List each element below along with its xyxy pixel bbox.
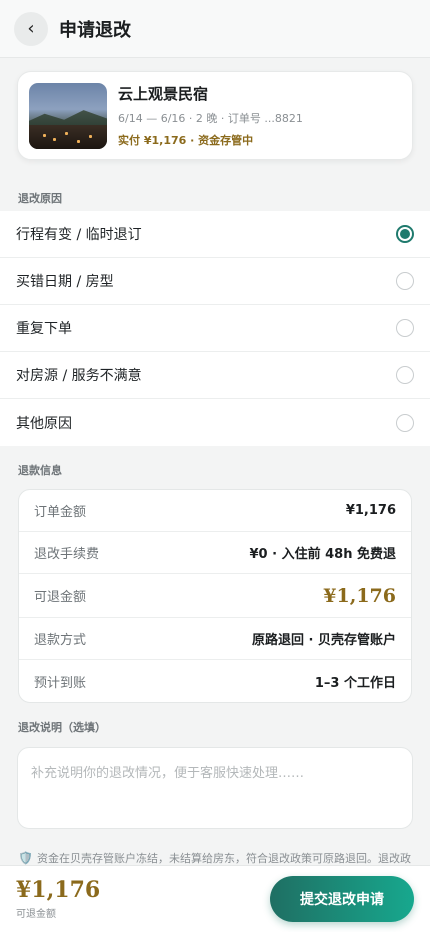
reason-option[interactable]: 行程有变 / 临时退订 xyxy=(0,211,430,258)
note-section-label: 退改说明（选填） xyxy=(18,721,106,734)
radio-button[interactable] xyxy=(396,272,414,290)
page-title: 申请退改 xyxy=(59,19,131,41)
refund-row-value: 1–3 个工作日 xyxy=(314,675,396,691)
refund-row-label: 退改手续费 xyxy=(34,547,100,562)
header: ‹ 申请退改 xyxy=(0,0,430,58)
total-refund-amount: ¥1,176 xyxy=(16,876,101,903)
submit-refund-button[interactable]: 提交退改申请 xyxy=(270,876,414,922)
reason-option[interactable]: 买错日期 / 房型 xyxy=(0,258,430,305)
total-refund-label: 可退金额 xyxy=(16,908,56,920)
refund-row-fee: 退改手续费 ¥0 · 入住前 48h 免费退 xyxy=(19,532,411,574)
refund-info-card: 订单金额 ¥1,176 退改手续费 ¥0 · 入住前 48h 免费退 可退金额 … xyxy=(18,489,412,703)
reason-label: 其他原因 xyxy=(16,415,72,432)
refund-row-eta: 预计到账 1–3 个工作日 xyxy=(19,660,411,702)
escrow-notice: 🛡️ 资金在贝壳存管账户冻结，未结算给房东，符合退改政策可原路退回。退改政 xyxy=(18,850,418,866)
order-summary-card[interactable]: 云上观景民宿 6/14 — 6/16 · 2 晚 · 订单号 ...8821 实… xyxy=(17,71,413,160)
radio-button[interactable] xyxy=(396,413,414,432)
refund-row-value: 原路退回 · 贝壳存管账户 xyxy=(252,633,396,648)
reason-option[interactable]: 对房源 / 服务不满意 xyxy=(0,352,430,399)
total-refund: ¥1,176 可退金额 xyxy=(16,879,100,920)
refund-row-value: ¥0 · 入住前 48h 免费退 xyxy=(249,547,396,562)
reason-list: 行程有变 / 临时退订 买错日期 / 房型 重复下单 对房源 / 服务不满意 其… xyxy=(0,211,430,446)
reason-label: 行程有变 / 临时退订 xyxy=(16,227,142,243)
order-meta: 6/14 — 6/16 · 2 晚 · 订单号 ...8821 xyxy=(118,112,303,125)
reason-option[interactable]: 重复下单 xyxy=(0,305,430,352)
refund-row-label: 预计到账 xyxy=(34,675,87,691)
refund-row-label: 可退金额 xyxy=(34,590,87,605)
paid-amount: 实付 ¥1,176 · 资金存管中 xyxy=(118,134,254,147)
refund-row-label: 订单金额 xyxy=(34,505,87,520)
radio-button[interactable] xyxy=(396,319,414,337)
refund-section-label: 退款信息 xyxy=(18,464,62,477)
refund-row-order-amount: 订单金额 ¥1,176 xyxy=(19,490,411,532)
bottom-action-bar: ¥1,176 可退金额 提交退改申请 xyxy=(0,865,430,932)
hotel-thumbnail xyxy=(29,82,107,149)
radio-button[interactable] xyxy=(396,225,414,243)
notice-text: 资金在贝壳存管账户冻结，未结算给房东，符合退改政策可原路退回。退改政 xyxy=(36,852,411,865)
back-button[interactable]: ‹ xyxy=(14,11,48,46)
hotel-name: 云上观景民宿 xyxy=(118,85,209,103)
radio-button[interactable] xyxy=(396,366,414,384)
reason-option[interactable]: 其他原因 xyxy=(0,399,430,446)
note-textarea[interactable] xyxy=(17,747,413,829)
reasons-section-label: 退改原因 xyxy=(18,192,62,205)
chevron-left-icon: ‹ xyxy=(27,18,35,39)
refund-row-value: ¥1,176 xyxy=(345,503,396,518)
refund-row-method: 退款方式 原路退回 · 贝壳存管账户 xyxy=(19,618,411,660)
reason-label: 对房源 / 服务不满意 xyxy=(16,368,142,384)
reason-label: 重复下单 xyxy=(16,321,72,337)
shield-icon: 🛡️ xyxy=(18,851,33,865)
refund-row-refundable: 可退金额 ¥1,176 xyxy=(19,574,411,618)
refundable-amount: ¥1,176 xyxy=(323,584,396,607)
reason-label: 买错日期 / 房型 xyxy=(16,274,114,290)
refund-row-label: 退款方式 xyxy=(34,633,87,648)
